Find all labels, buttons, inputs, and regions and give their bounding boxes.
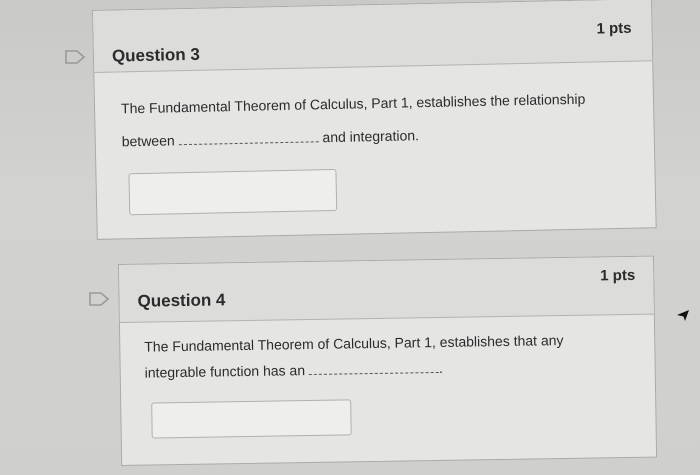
question-3-answer-input[interactable] <box>128 168 338 216</box>
question-4-text-before-blank: integrable function has an <box>144 362 306 381</box>
flag-question-3-icon[interactable] <box>64 50 86 64</box>
question-3-text-line-1: The Fundamental Theorem of Calculus, Par… <box>120 90 586 117</box>
question-4-points: 1 pts <box>600 266 636 285</box>
question-4-blank <box>308 359 439 376</box>
question-3-blank <box>178 129 319 146</box>
question-3-card: Question 3 1 pts The Fundamental Theorem… <box>92 0 657 240</box>
question-4-text-after-blank: . <box>438 359 443 376</box>
question-3-title: Question 3 <box>111 44 201 66</box>
quiz-page: Question 3 1 pts The Fundamental Theorem… <box>0 0 700 475</box>
flag-question-4-icon[interactable] <box>88 292 110 306</box>
question-4-answer-input[interactable] <box>151 399 352 439</box>
question-3-header: Question 3 1 pts <box>93 0 653 73</box>
question-4-title: Question 4 <box>137 290 226 311</box>
question-3-points: 1 pts <box>596 19 632 38</box>
question-4-text-line-2: integrable function has an . <box>145 358 443 383</box>
question-3-text-after-blank: and integration. <box>322 127 420 146</box>
question-4-card: Question 4 1 pts The Fundamental Theorem… <box>118 255 658 466</box>
question-3-text-line-2: between and integration. <box>122 125 420 151</box>
question-4-text-line-1: The Fundamental Theorem of Calculus, Par… <box>144 332 564 355</box>
question-4-header: Question 4 1 pts <box>119 256 654 323</box>
question-3-text-before-blank: between <box>121 132 175 150</box>
mouse-cursor-icon <box>677 310 689 321</box>
